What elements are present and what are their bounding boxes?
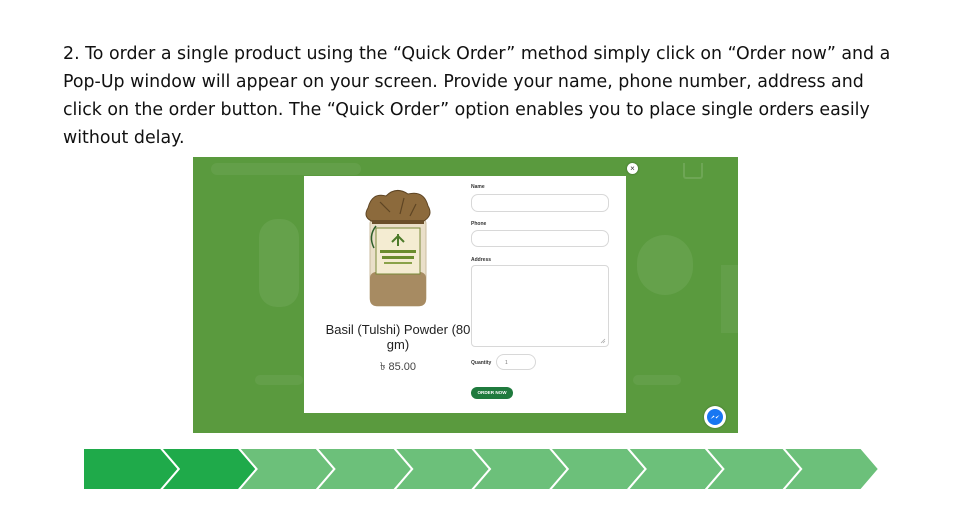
quick-order-screenshot: × Basil (Tulshi) Powder (80 gm) ৳ 85.00 … [193, 157, 738, 433]
phone-field[interactable] [471, 230, 609, 247]
progress-arrows [83, 448, 879, 490]
quick-order-modal: Basil (Tulshi) Powder (80 gm) ৳ 85.00 Na… [304, 176, 626, 413]
name-field[interactable] [471, 194, 609, 212]
ghost-button-left [255, 375, 303, 385]
quantity-input[interactable]: 1 [496, 354, 536, 370]
ghost-product-right [637, 235, 693, 295]
address-label: Address [471, 257, 492, 263]
cart-icon [683, 163, 703, 179]
phone-label: Phone [471, 221, 487, 227]
product-name: Basil (Tulshi) Powder (80 gm) [325, 322, 471, 352]
ghost-button-right [633, 375, 681, 385]
name-label: Name [471, 184, 485, 190]
ghost-search-bar [211, 163, 361, 175]
product-price: ৳ 85.00 [379, 361, 417, 373]
ghost-product-left [259, 219, 299, 307]
order-now-button[interactable]: ORDER NOW [471, 387, 513, 399]
address-field[interactable] [471, 265, 609, 347]
quantity-label: Quantity [471, 360, 492, 366]
instruction-text: 2. To order a single product using the “… [63, 44, 891, 148]
close-icon[interactable]: × [627, 163, 638, 174]
product-image [365, 190, 431, 307]
progress-step-arrow [83, 448, 181, 490]
messenger-icon[interactable] [704, 406, 726, 428]
ghost-side-tab [721, 265, 738, 333]
resize-handle-icon[interactable] [600, 338, 606, 344]
